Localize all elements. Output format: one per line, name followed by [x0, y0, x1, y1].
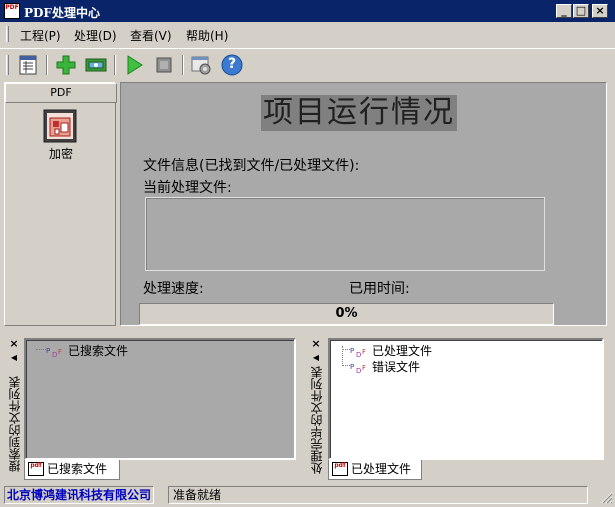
tree-connector	[36, 349, 46, 350]
tool-panel: PDF 加密	[4, 82, 117, 326]
menu-project[interactable]: 工程(P)	[20, 27, 61, 44]
svg-text:D: D	[356, 351, 361, 358]
menu-bar: 工程(P) 处理(D) 查看(V) 帮助(H)	[0, 22, 615, 46]
minimize-button[interactable]: _	[556, 4, 572, 18]
svg-text:P: P	[350, 347, 354, 355]
pdf-icon: pdf	[332, 462, 348, 476]
company-name: 北京博鸿建讯科技有限公司	[4, 486, 155, 504]
done-dock-strip: × ◀ 处理完毕的文件列表	[308, 336, 324, 482]
done-dock-close-icon[interactable]: ×	[310, 338, 322, 350]
page-title: 项目运行情况	[261, 95, 457, 131]
current-file-label: 当前处理文件:	[143, 180, 232, 196]
svg-text:F: F	[362, 348, 366, 356]
play-icon[interactable]	[122, 53, 146, 77]
pdf-icon: PDF	[350, 346, 368, 359]
done-dock-collapse-icon[interactable]: ◀	[310, 352, 322, 364]
toolbar: ?	[0, 48, 615, 80]
menu-grip[interactable]	[6, 26, 9, 42]
encrypt-tool-label[interactable]: 加密	[5, 145, 117, 162]
help-icon[interactable]: ?	[220, 53, 244, 77]
search-dock-title: 搜索到的文件列表	[8, 376, 22, 472]
svg-text:D: D	[52, 351, 57, 358]
svg-text:P: P	[350, 363, 354, 371]
file-info-label: 文件信息(已找到文件/已处理文件):	[143, 158, 360, 174]
svg-text:F: F	[58, 348, 62, 356]
status-text: 准备就绪	[168, 486, 588, 504]
tree-item-processed-files[interactable]: PDF 已处理文件	[350, 342, 432, 359]
window-title: PDF处理中心	[24, 6, 100, 20]
close-button[interactable]: ×	[592, 4, 608, 18]
tree-item-searched-files[interactable]: PDF 已搜索文件	[46, 342, 128, 359]
project-status-panel: 项目运行情况 文件信息(已找到文件/已处理文件): 当前处理文件: 处理速度: …	[120, 82, 607, 326]
progress-text: 0%	[335, 306, 358, 321]
search-dock-collapse-icon[interactable]: ◀	[8, 352, 20, 364]
menu-help[interactable]: 帮助(H)	[186, 27, 228, 44]
resize-grip-icon[interactable]	[599, 490, 613, 504]
maximize-button[interactable]: □	[573, 4, 589, 18]
svg-text:D: D	[356, 367, 361, 374]
svg-text:P: P	[46, 347, 50, 355]
add-icon[interactable]	[54, 53, 78, 77]
done-dock-title: 处理完毕的文件列表	[310, 366, 324, 474]
tree-item-label: 已搜索文件	[68, 344, 129, 358]
current-file-box	[145, 197, 545, 271]
title-bar[interactable]: PDF PDF处理中心 _ □ ×	[0, 0, 615, 22]
search-dock-close-icon[interactable]: ×	[8, 338, 20, 350]
pdf-icon: PDF	[350, 362, 368, 375]
tree-item-label: 错误文件	[372, 360, 421, 374]
tree-connector	[342, 365, 350, 366]
tree-connector	[342, 349, 350, 350]
display-icon[interactable]	[84, 53, 108, 77]
tool-panel-header[interactable]: PDF	[5, 83, 117, 103]
searched-file-tree[interactable]: PDF 已搜索文件	[24, 338, 296, 460]
encrypt-tool-icon[interactable]	[43, 109, 77, 143]
search-dock-tabbar: pdf 已搜索文件	[24, 460, 296, 480]
toolbar-separator	[114, 55, 116, 75]
list-icon[interactable]	[16, 53, 40, 77]
menu-process[interactable]: 处理(D)	[74, 27, 117, 44]
pdf-icon: pdf	[28, 462, 44, 476]
speed-label: 处理速度:	[143, 281, 204, 297]
toolbar-grip[interactable]	[6, 55, 9, 75]
toolbar-separator	[182, 55, 184, 75]
help-glyph: ?	[227, 56, 237, 72]
pdf-icon: PDF	[46, 346, 64, 359]
elapsed-time-label: 已用时间:	[349, 281, 410, 297]
status-bar: 北京博鸿建讯科技有限公司 准备就绪	[0, 484, 615, 506]
svg-text:F: F	[362, 364, 366, 372]
progress-bar: 0%	[139, 303, 554, 325]
app-icon[interactable]: PDF	[4, 3, 20, 19]
tab-label: 已处理文件	[351, 462, 412, 476]
stop-icon[interactable]	[152, 53, 176, 77]
tab-label: 已搜索文件	[47, 462, 108, 476]
done-dock-tabbar: pdf 已处理文件	[328, 460, 604, 480]
tree-item-label: 已处理文件	[372, 344, 433, 358]
tab-processed-files[interactable]: pdf 已处理文件	[328, 460, 422, 480]
tree-item-error-files[interactable]: PDF 错误文件	[350, 358, 420, 375]
toolbar-separator	[46, 55, 48, 75]
search-dock-strip: × ◀ 搜索到的文件列表	[6, 336, 22, 482]
tab-searched-files[interactable]: pdf 已搜索文件	[24, 460, 120, 480]
menu-view[interactable]: 查看(V)	[130, 27, 172, 44]
processed-file-tree[interactable]: PDF 已处理文件 PDF 错误文件	[328, 338, 604, 460]
settings-icon[interactable]	[190, 53, 214, 77]
